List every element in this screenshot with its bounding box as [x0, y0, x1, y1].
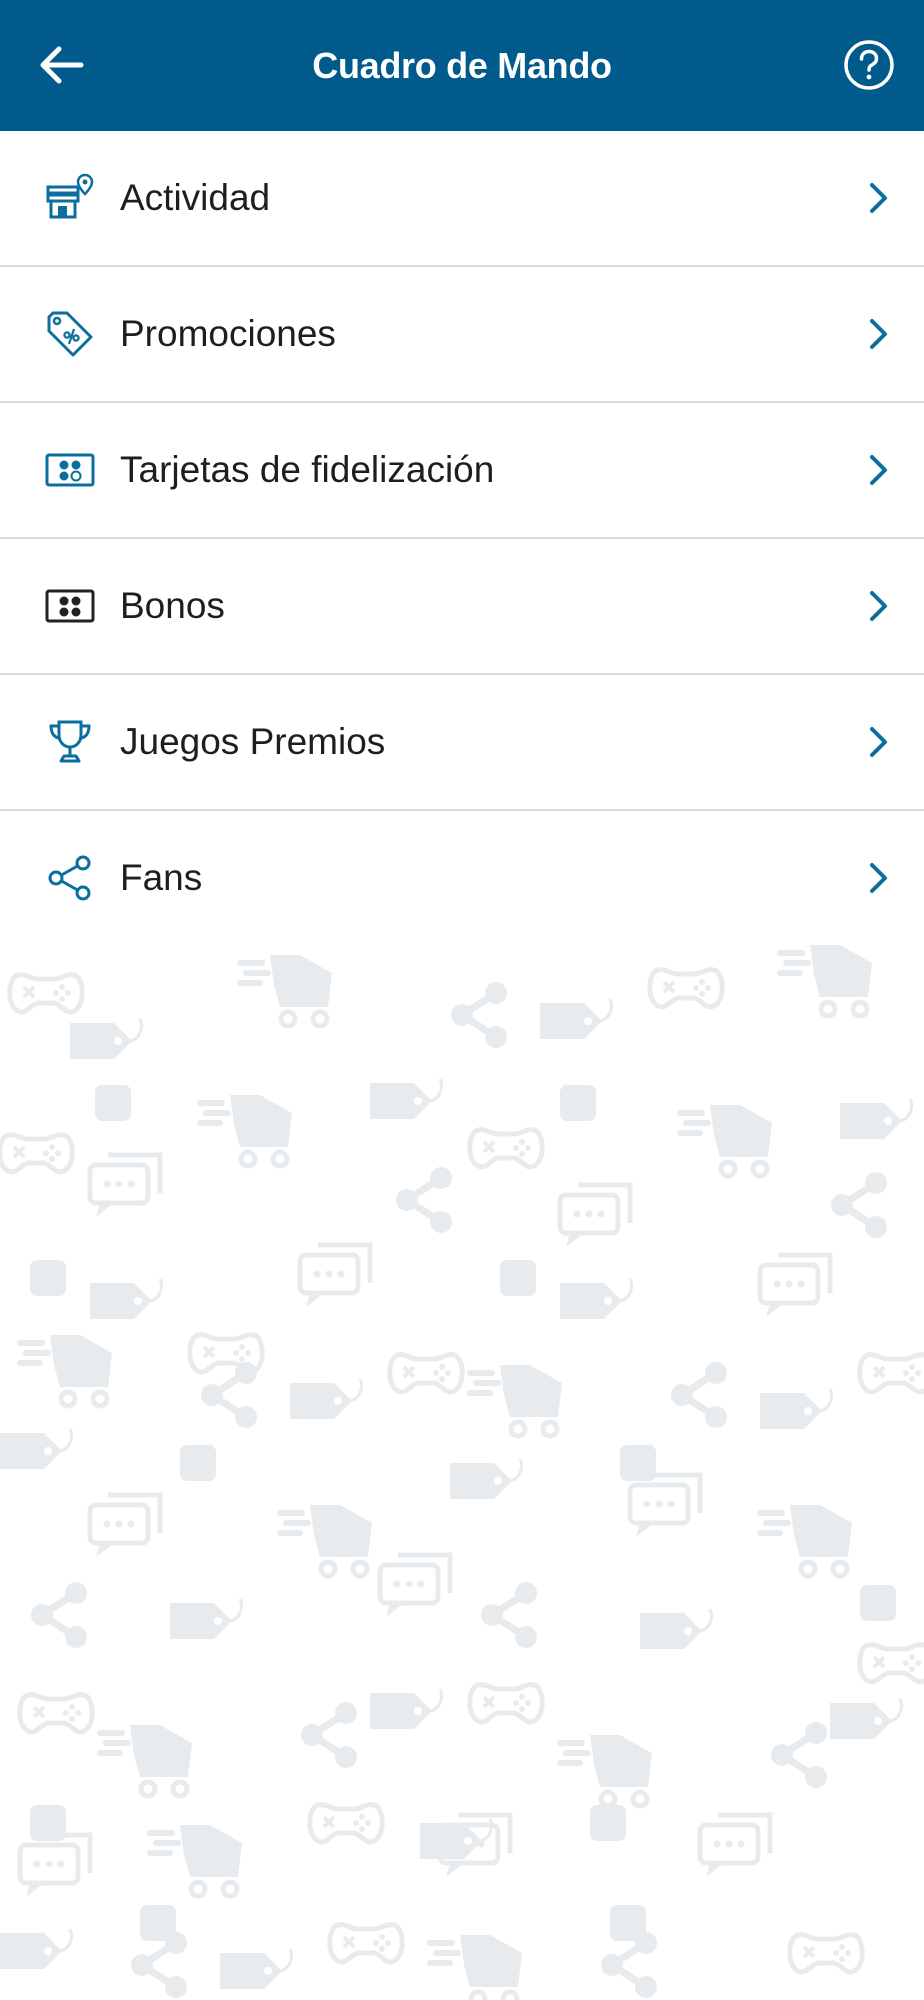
store-location-icon — [45, 173, 95, 223]
menu-item-label: Bonos — [120, 585, 225, 626]
back-button[interactable] — [26, 30, 96, 100]
dashboard-menu: Actividad Promociones Tarjetas de fideli… — [0, 131, 924, 947]
chevron-right-icon — [858, 586, 898, 626]
share-icon — [45, 853, 95, 903]
menu-item-fans[interactable]: Fans — [0, 811, 924, 947]
help-button[interactable] — [834, 30, 904, 100]
chevron-right-icon — [858, 314, 898, 354]
chevron-right-icon — [858, 450, 898, 490]
app-bar: Cuadro de Mando — [0, 0, 924, 131]
help-circle-icon — [844, 40, 894, 90]
menu-item-label: Juegos Premios — [120, 721, 386, 762]
arrow-left-icon — [40, 46, 84, 84]
menu-item-actividad[interactable]: Actividad — [0, 131, 924, 267]
menu-item-label: Tarjetas de fidelización — [120, 449, 495, 490]
chevron-right-icon — [858, 722, 898, 762]
menu-item-bonos[interactable]: Bonos — [0, 539, 924, 675]
chevron-right-icon — [858, 858, 898, 898]
menu-item-label: Actividad — [120, 177, 271, 218]
menu-item-tarjetas-fidelizacion[interactable]: Tarjetas de fidelización — [0, 403, 924, 539]
menu-item-juegos-premios[interactable]: Juegos Premios — [0, 675, 924, 811]
background-pattern — [0, 945, 924, 2000]
menu-item-label: Fans — [120, 857, 203, 898]
chevron-right-icon — [858, 178, 898, 218]
decorative-icons-pattern — [0, 945, 924, 2000]
discount-tag-icon — [45, 309, 95, 359]
loyalty-card-icon — [45, 445, 95, 495]
page-title: Cuadro de Mando — [312, 44, 612, 86]
voucher-card-icon — [45, 581, 95, 631]
menu-item-promociones[interactable]: Promociones — [0, 267, 924, 403]
trophy-icon — [45, 717, 95, 767]
menu-item-label: Promociones — [120, 313, 336, 354]
